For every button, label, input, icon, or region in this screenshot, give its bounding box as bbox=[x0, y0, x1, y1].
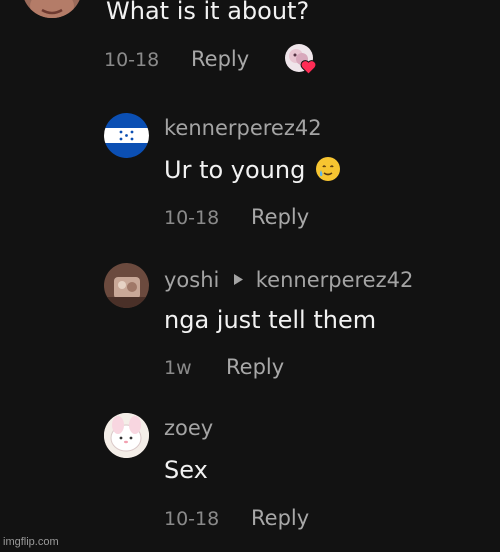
honduras-flag-icon bbox=[104, 113, 149, 158]
avatar-image bbox=[104, 263, 149, 308]
reply-button[interactable]: Reply bbox=[191, 47, 249, 71]
reply-to-username[interactable]: kennerperez42 bbox=[256, 268, 414, 292]
creator-liked-heart-icon bbox=[285, 44, 317, 76]
comment-date: 10-18 bbox=[104, 49, 160, 71]
avatar[interactable] bbox=[22, 0, 82, 18]
reply-button[interactable]: Reply bbox=[251, 506, 309, 530]
emoji bbox=[315, 156, 341, 182]
avatar[interactable] bbox=[104, 413, 149, 458]
comment-date: 1w bbox=[164, 357, 192, 379]
comment-date: 10-18 bbox=[164, 207, 220, 229]
avatar-image bbox=[22, 0, 82, 18]
comment-text: What is it about? bbox=[106, 0, 310, 25]
username-link[interactable]: yoshi bbox=[164, 268, 219, 292]
reply-button[interactable]: Reply bbox=[226, 355, 284, 379]
smiling-face-with-tear-icon bbox=[315, 157, 340, 181]
comment-date: 10-18 bbox=[164, 508, 220, 530]
reply-button[interactable]: Reply bbox=[251, 205, 309, 229]
comment-text: Sex bbox=[164, 456, 208, 484]
comment-username: yoshi kennerperez42 bbox=[164, 266, 413, 292]
comment-username[interactable]: zoey bbox=[164, 416, 213, 440]
avatar[interactable] bbox=[104, 113, 149, 158]
reply-to-arrow-icon bbox=[234, 266, 244, 290]
comment-username[interactable]: kennerperez42 bbox=[164, 116, 322, 140]
avatar-image bbox=[104, 413, 149, 458]
comment-text: Ur to young bbox=[164, 156, 341, 184]
comment-text: nga just tell them bbox=[164, 306, 377, 334]
avatar[interactable] bbox=[104, 263, 149, 308]
watermark: imgflip.com bbox=[3, 536, 59, 548]
